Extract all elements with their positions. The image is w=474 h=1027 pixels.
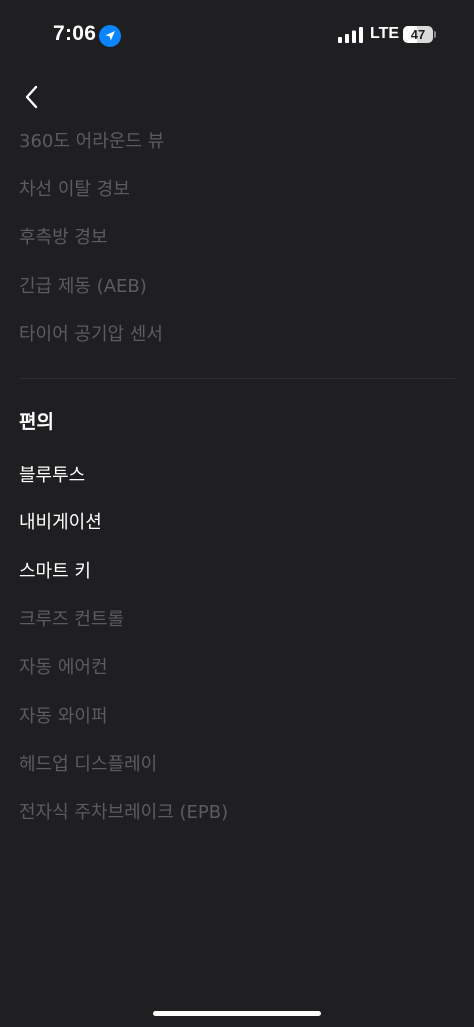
- menu-item-aeb[interactable]: 긴급 제동 (AEB): [19, 275, 147, 299]
- section-divider: [19, 378, 455, 379]
- menu-item-tpms[interactable]: 타이어 공기압 센서: [19, 323, 163, 347]
- battery-cap: [434, 31, 436, 38]
- chevron-left-icon: [25, 85, 38, 109]
- menu-item-auto-aircon[interactable]: 자동 에어컨: [19, 656, 108, 680]
- cellular-signal-icon: [338, 27, 363, 43]
- menu-item-cruise-control[interactable]: 크루즈 컨트롤: [19, 608, 124, 632]
- menu-item-hud[interactable]: 헤드업 디스플레이: [19, 753, 157, 777]
- menu-item-epb[interactable]: 전자식 주차브레이크 (EPB): [19, 801, 228, 825]
- status-bar: 7:06 LTE 47: [0, 0, 474, 70]
- back-button[interactable]: [18, 80, 50, 114]
- status-time: 7:06: [53, 22, 97, 45]
- menu-item-bluetooth[interactable]: 블루투스: [19, 464, 85, 488]
- menu-item-auto-wiper[interactable]: 자동 와이퍼: [19, 705, 108, 729]
- home-indicator[interactable]: [153, 1011, 321, 1016]
- menu-item-360-view[interactable]: 360도 어라운드 뷰: [19, 130, 164, 154]
- menu-item-blind-spot[interactable]: 후측방 경보: [19, 226, 108, 250]
- battery-icon: 47: [403, 26, 433, 43]
- network-type: LTE: [370, 25, 400, 42]
- location-arrow-icon: [99, 25, 121, 47]
- battery-level: 47: [410, 27, 426, 42]
- section-heading-convenience: 편의: [19, 411, 54, 433]
- menu-item-navigation[interactable]: 내비게이션: [19, 511, 102, 535]
- menu-item-lane-departure[interactable]: 차선 이탈 경보: [19, 178, 130, 202]
- menu-item-smart-key[interactable]: 스마트 키: [19, 560, 91, 584]
